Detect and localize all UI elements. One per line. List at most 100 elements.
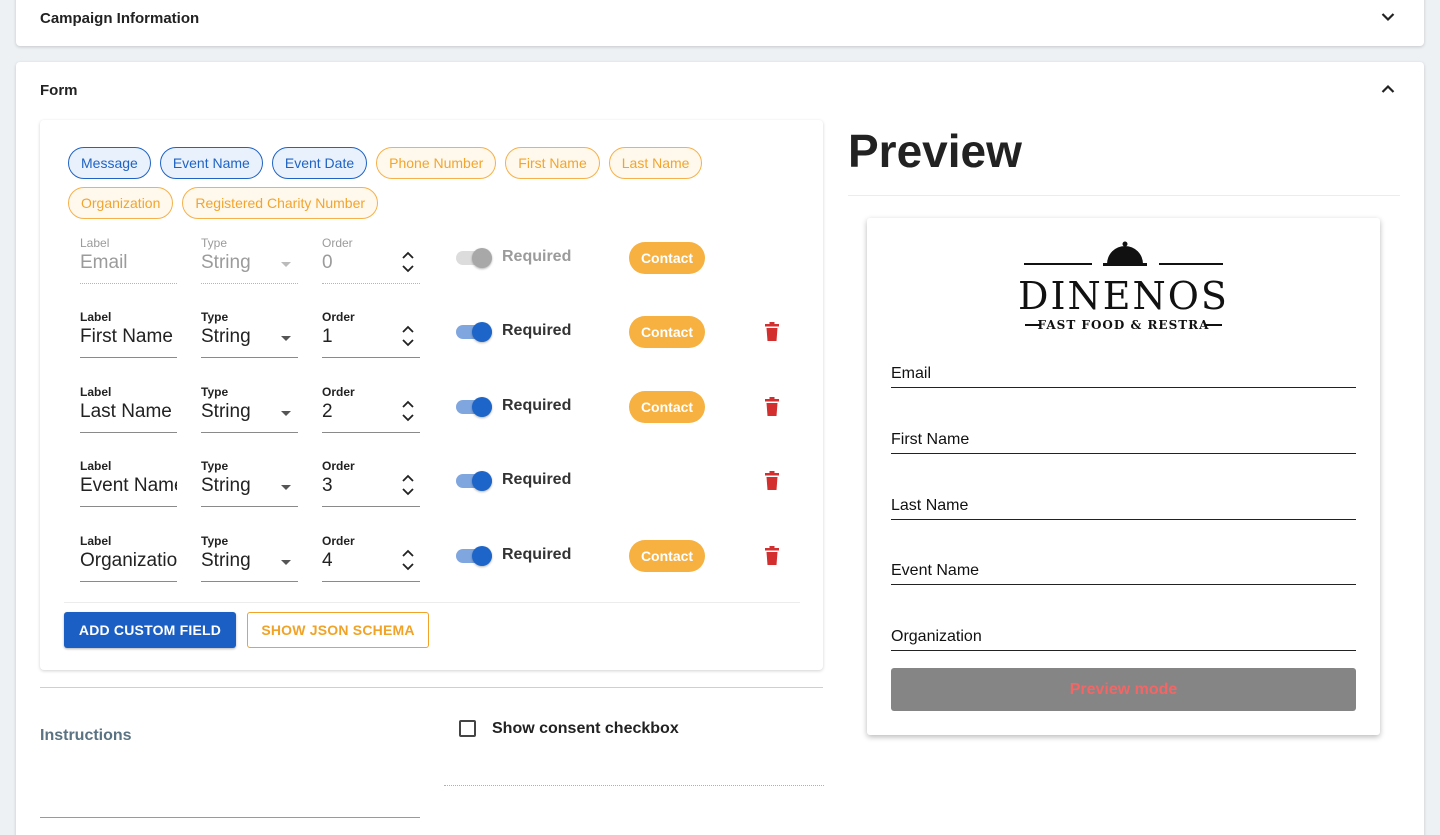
preview-event-name-field[interactable]: Event Name: [891, 559, 1356, 585]
contact-tag: Contact: [629, 540, 705, 572]
order-value: 0: [322, 252, 333, 273]
preview-mode-button[interactable]: Preview mode: [891, 668, 1356, 711]
order-value: 4: [322, 550, 333, 571]
field-row-first-name: Label First Name Type String Order 1 Req…: [80, 310, 800, 372]
required-label: Required: [502, 471, 572, 488]
preview-divider: [848, 195, 1400, 196]
show-json-schema-button[interactable]: SHOW JSON SCHEMA: [247, 612, 429, 648]
chevron-up-icon[interactable]: [1380, 81, 1396, 97]
add-custom-field-button[interactable]: ADD CUSTOM FIELD: [64, 612, 236, 648]
type-value: String: [201, 550, 251, 571]
stepper-down-icon[interactable]: [400, 411, 416, 425]
form-panel: Form Message Event Name Event Date Phone…: [16, 62, 1424, 835]
dropdown-arrow-icon: [281, 411, 291, 416]
chip-phone-number[interactable]: Phone Number: [376, 147, 497, 179]
chip-last-name[interactable]: Last Name: [608, 147, 703, 179]
logo-subtitle: FAST FOOD & RESTRA: [1037, 318, 1210, 332]
type-value: String: [201, 326, 251, 347]
required-label: Required: [502, 322, 572, 339]
type-select[interactable]: Type String: [201, 459, 298, 507]
order-input[interactable]: Order 1: [322, 310, 420, 358]
campaign-information-panel[interactable]: Campaign Information: [16, 0, 1424, 46]
stepper-up-icon[interactable]: [400, 471, 416, 485]
stepper-down-icon[interactable]: [400, 336, 416, 350]
order-input[interactable]: Order 4: [322, 534, 420, 582]
section-divider: [40, 687, 823, 688]
stepper-up-icon[interactable]: [400, 397, 416, 411]
required-toggle[interactable]: [456, 395, 494, 419]
required-label: Required: [502, 248, 572, 265]
type-select[interactable]: Type String: [201, 310, 298, 358]
instructions-input[interactable]: [40, 817, 420, 818]
label-value: First Name: [80, 326, 173, 347]
form-title: Form: [40, 82, 78, 99]
trash-icon[interactable]: [764, 471, 780, 491]
dropdown-arrow-icon: [281, 485, 291, 490]
field-row-event-name: Label Event Name Type String Order 3 Req…: [80, 459, 800, 521]
panel-divider: [64, 602, 800, 603]
order-input[interactable]: Order 2: [322, 385, 420, 433]
label-value: Email: [80, 252, 128, 273]
preview-card: DINENOS FAST FOOD & RESTRA Email First N…: [867, 218, 1380, 735]
chevron-down-icon[interactable]: [1380, 9, 1396, 25]
chip-organization[interactable]: Organization: [68, 187, 174, 219]
label-field[interactable]: Label Email: [80, 236, 177, 284]
type-select[interactable]: Type String: [201, 534, 298, 582]
order-value: 2: [322, 401, 333, 422]
campaign-information-title: Campaign Information: [40, 10, 200, 27]
stepper-down-icon[interactable]: [400, 262, 416, 276]
label-value: Organization: [80, 550, 177, 571]
stepper-down-icon[interactable]: [400, 560, 416, 574]
required-toggle[interactable]: [456, 469, 494, 493]
chip-message[interactable]: Message: [68, 147, 151, 179]
label-value: Last Name: [80, 401, 172, 422]
stepper-up-icon[interactable]: [400, 248, 416, 262]
chip-first-name[interactable]: First Name: [505, 147, 600, 179]
dropdown-arrow-icon: [281, 262, 291, 267]
contact-tag: Contact: [629, 391, 705, 423]
dropdown-arrow-icon: [281, 336, 291, 341]
required-toggle[interactable]: [456, 320, 494, 344]
required-toggle[interactable]: [456, 246, 494, 270]
stepper-up-icon[interactable]: [400, 322, 416, 336]
contact-tag: Contact: [629, 242, 705, 274]
type-value: String: [201, 401, 251, 422]
stepper-up-icon[interactable]: [400, 546, 416, 560]
consent-checkbox[interactable]: [459, 720, 476, 737]
preview-last-name-field[interactable]: Last Name: [891, 494, 1356, 520]
instructions-field-label: Instructions: [40, 727, 132, 744]
trash-icon[interactable]: [764, 397, 780, 417]
type-select[interactable]: Type String: [201, 385, 298, 433]
type-select[interactable]: Type String: [201, 236, 298, 284]
stepper-down-icon[interactable]: [400, 485, 416, 499]
field-row-last-name: Label Last Name Type String Order 2 Requ…: [80, 385, 800, 447]
trash-icon[interactable]: [764, 546, 780, 566]
consent-checkbox-label: Show consent checkbox: [492, 720, 679, 737]
preview-email-field[interactable]: Email: [891, 362, 1356, 388]
type-value: String: [201, 252, 251, 273]
required-toggle[interactable]: [456, 544, 494, 568]
order-value: 1: [322, 326, 333, 347]
label-field[interactable]: Label First Name: [80, 310, 177, 358]
logo-name: DINENOS: [1018, 274, 1229, 318]
brand-logo: DINENOS FAST FOOD & RESTRA: [867, 238, 1380, 338]
preview-organization-field[interactable]: Organization: [891, 625, 1356, 651]
preview-first-name-field[interactable]: First Name: [891, 428, 1356, 454]
order-input[interactable]: Order 0: [322, 236, 420, 284]
field-chips: Message Event Name Event Date Phone Numb…: [68, 147, 748, 219]
consent-divider: [444, 785, 824, 786]
form-fields-panel: Message Event Name Event Date Phone Numb…: [40, 120, 823, 670]
field-row-organization: Label Organization Type String Order 4 R…: [80, 534, 800, 596]
label-field[interactable]: Label Event Name: [80, 459, 177, 507]
contact-tag: Contact: [629, 316, 705, 348]
order-input[interactable]: Order 3: [322, 459, 420, 507]
chip-event-date[interactable]: Event Date: [271, 147, 368, 179]
preview-title: Preview: [848, 125, 1022, 177]
required-label: Required: [502, 397, 572, 414]
trash-icon[interactable]: [764, 322, 780, 342]
label-field[interactable]: Label Organization: [80, 534, 177, 582]
chip-event-name[interactable]: Event Name: [159, 147, 263, 179]
required-label: Required: [502, 546, 572, 563]
chip-registered-charity-number[interactable]: Registered Charity Number: [182, 187, 379, 219]
label-field[interactable]: Label Last Name: [80, 385, 177, 433]
